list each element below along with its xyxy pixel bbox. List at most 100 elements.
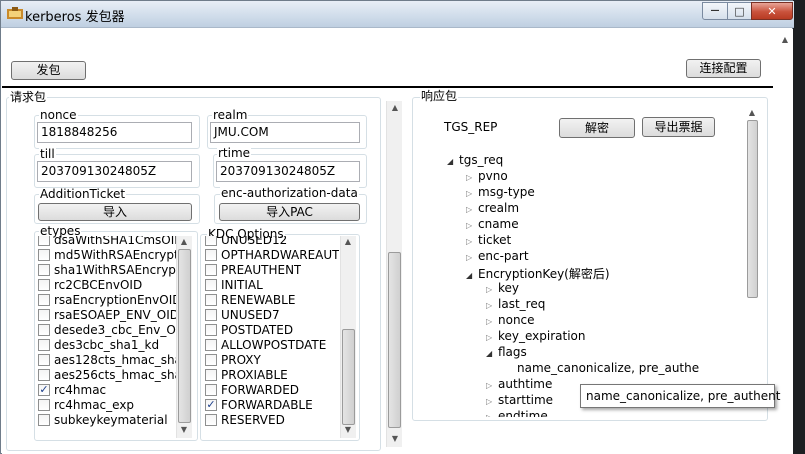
expanded-triangle-icon[interactable]: ◢ — [486, 349, 498, 358]
etype-checkbox[interactable] — [38, 293, 50, 306]
tree-node[interactable]: ◢ tgs_req — [447, 153, 503, 167]
etypes-scrollbar[interactable]: ▲ ▼ — [176, 236, 192, 438]
kdc-option-checkbox[interactable] — [205, 368, 217, 381]
tree-node[interactable]: ▷ pvno — [466, 169, 508, 183]
response-tree-scrollbar[interactable]: ▲ — [744, 104, 761, 414]
collapsed-triangle-icon[interactable]: ▷ — [486, 413, 498, 417]
kdc-option-checkbox[interactable] — [205, 353, 217, 366]
collapsed-triangle-icon[interactable]: ▷ — [466, 253, 478, 262]
rtime-field[interactable]: 20370913024805Z — [216, 161, 360, 182]
collapsed-triangle-icon[interactable]: ▷ — [486, 381, 498, 390]
request-scrollbar[interactable]: ▲ ▼ — [386, 101, 402, 447]
etype-checkbox[interactable] — [38, 338, 50, 351]
etype-item[interactable]: rsaESOAEP_ENV_OID — [38, 307, 176, 322]
expanded-triangle-icon[interactable]: ◢ — [447, 157, 459, 166]
tree-node[interactable]: ◢ EncryptionKey(解密后) — [466, 265, 610, 282]
etype-item[interactable]: rsaEncryptionEnvOID — [38, 292, 176, 307]
collapsed-triangle-icon[interactable]: ▷ — [466, 221, 478, 230]
kdc-option-item[interactable]: OPTHARDWAREAUT — [205, 247, 339, 262]
etype-checkbox[interactable] — [38, 398, 50, 411]
etypes-scroll-down-icon[interactable]: ▼ — [179, 425, 189, 435]
tree-node[interactable]: ▷ enc-part — [466, 249, 529, 263]
kdc-option-checkbox[interactable] — [205, 323, 217, 336]
kdc-scroll-up-icon[interactable]: ▲ — [343, 237, 353, 247]
etype-item[interactable]: subkeykeymaterial — [38, 412, 168, 427]
kdc-option-checkbox[interactable] — [205, 236, 217, 246]
tree-node[interactable]: ▷ starttime — [486, 393, 553, 407]
kdc-option-item[interactable]: RENEWABLE — [205, 292, 295, 307]
kdc-option-item[interactable]: UNUSED12 — [205, 236, 287, 247]
etype-item[interactable]: desede3_cbc_Env_OI — [38, 322, 176, 337]
etype-checkbox[interactable] — [38, 413, 50, 426]
scroll-up-arrow-icon[interactable]: ▲ — [780, 35, 790, 45]
etype-item[interactable]: aes256cts_hmac_sha1 — [38, 367, 176, 382]
etype-item[interactable]: aes128cts_hmac_sha1 — [38, 352, 176, 367]
export-ticket-button[interactable]: 导出票据 — [642, 117, 715, 137]
expanded-triangle-icon[interactable]: ◢ — [466, 271, 478, 280]
kdc-scroll-thumb[interactable] — [342, 329, 355, 425]
request-scroll-down-icon[interactable]: ▼ — [390, 434, 400, 444]
collapsed-triangle-icon[interactable]: ▷ — [486, 333, 498, 342]
kdc-option-item[interactable]: RESERVED — [205, 412, 285, 427]
kdc-option-checkbox[interactable] — [205, 413, 217, 426]
kdc-option-item[interactable]: PROXIABLE — [205, 367, 288, 382]
etype-checkbox[interactable] — [38, 308, 50, 321]
tree-node[interactable]: ▷endtime — [486, 409, 548, 417]
tree-node[interactable]: ▷ ticket — [466, 233, 511, 247]
etype-checkbox[interactable]: ✓ — [38, 383, 50, 396]
kdc-option-checkbox[interactable]: ✓ — [205, 398, 217, 411]
kdc-option-checkbox[interactable] — [205, 383, 217, 396]
decrypt-button[interactable]: 解密 — [559, 118, 635, 138]
etype-item[interactable]: ✓ rc4hmac — [38, 382, 106, 397]
tree-node[interactable]: ▷ cname — [466, 217, 519, 231]
etype-item[interactable]: dsaWithSHA1CmsOID — [38, 236, 176, 247]
kdc-option-item[interactable]: UNUSED7 — [205, 307, 280, 322]
request-scroll-thumb[interactable] — [388, 252, 401, 428]
kdc-option-item[interactable]: ✓ FORWARDABLE — [205, 397, 313, 412]
tree-node[interactable]: name_canonicalize, pre_authe — [517, 361, 699, 375]
etypes-scroll-thumb[interactable] — [178, 249, 191, 423]
collapsed-triangle-icon[interactable]: ▷ — [486, 317, 498, 326]
maximize-button[interactable]: □ — [727, 2, 752, 20]
tree-node[interactable]: ▷ key — [486, 281, 519, 295]
kdc-option-checkbox[interactable] — [205, 293, 217, 306]
tree-scroll-up-icon[interactable]: ▲ — [747, 108, 757, 118]
collapsed-triangle-icon[interactable]: ▷ — [486, 285, 498, 294]
kdc-scroll-down-icon[interactable]: ▼ — [343, 425, 353, 435]
kdc-option-checkbox[interactable] — [205, 263, 217, 276]
etypes-scroll-up-icon[interactable]: ▲ — [179, 237, 189, 247]
tree-node[interactable]: ▷ last_req — [486, 297, 545, 311]
kdc-option-item[interactable]: ALLOWPOSTDATE — [205, 337, 326, 352]
tree-scroll-thumb[interactable] — [747, 120, 758, 298]
etype-checkbox[interactable] — [38, 368, 50, 381]
etype-checkbox[interactable] — [38, 263, 50, 276]
collapsed-triangle-icon[interactable]: ▷ — [486, 397, 498, 406]
kdc-option-item[interactable]: PREAUTHENT — [205, 262, 301, 277]
tree-node[interactable]: ▷ nonce — [486, 313, 535, 327]
etype-checkbox[interactable] — [38, 236, 50, 246]
realm-field[interactable]: JMU.COM — [210, 122, 360, 143]
tree-node[interactable]: ▷ msg-type — [466, 185, 535, 199]
collapsed-triangle-icon[interactable]: ▷ — [466, 205, 478, 214]
request-scroll-up-icon[interactable]: ▲ — [390, 103, 400, 113]
collapsed-triangle-icon[interactable]: ▷ — [466, 189, 478, 198]
kdc-option-item[interactable]: INITIAL — [205, 277, 263, 292]
kdc-option-checkbox[interactable] — [205, 278, 217, 291]
connection-config-button[interactable]: 连接配置 — [686, 59, 761, 78]
etype-item[interactable]: md5WithRSAEncrypt — [38, 247, 176, 262]
kdc-option-checkbox[interactable] — [205, 308, 217, 321]
etype-checkbox[interactable] — [38, 248, 50, 261]
kdc-option-item[interactable]: FORWARDED — [205, 382, 299, 397]
kdc-option-checkbox[interactable] — [205, 248, 217, 261]
etype-item[interactable]: rc4hmac_exp — [38, 397, 134, 412]
collapsed-triangle-icon[interactable]: ▷ — [486, 301, 498, 310]
till-field[interactable]: 20370913024805Z — [37, 161, 192, 182]
tree-node[interactable]: ▷ crealm — [466, 201, 519, 215]
kdc-option-item[interactable]: POSTDATED — [205, 322, 293, 337]
import-ticket-button[interactable]: 导入 — [38, 203, 192, 221]
title-bar[interactable]: kerberos 发包器 — □ ✕ — [1, 1, 794, 28]
etype-item[interactable]: rc2CBCEnvOID — [38, 277, 142, 292]
collapsed-triangle-icon[interactable]: ▷ — [466, 237, 478, 246]
etype-checkbox[interactable] — [38, 353, 50, 366]
import-pac-button[interactable]: 导入PAC — [219, 203, 360, 221]
